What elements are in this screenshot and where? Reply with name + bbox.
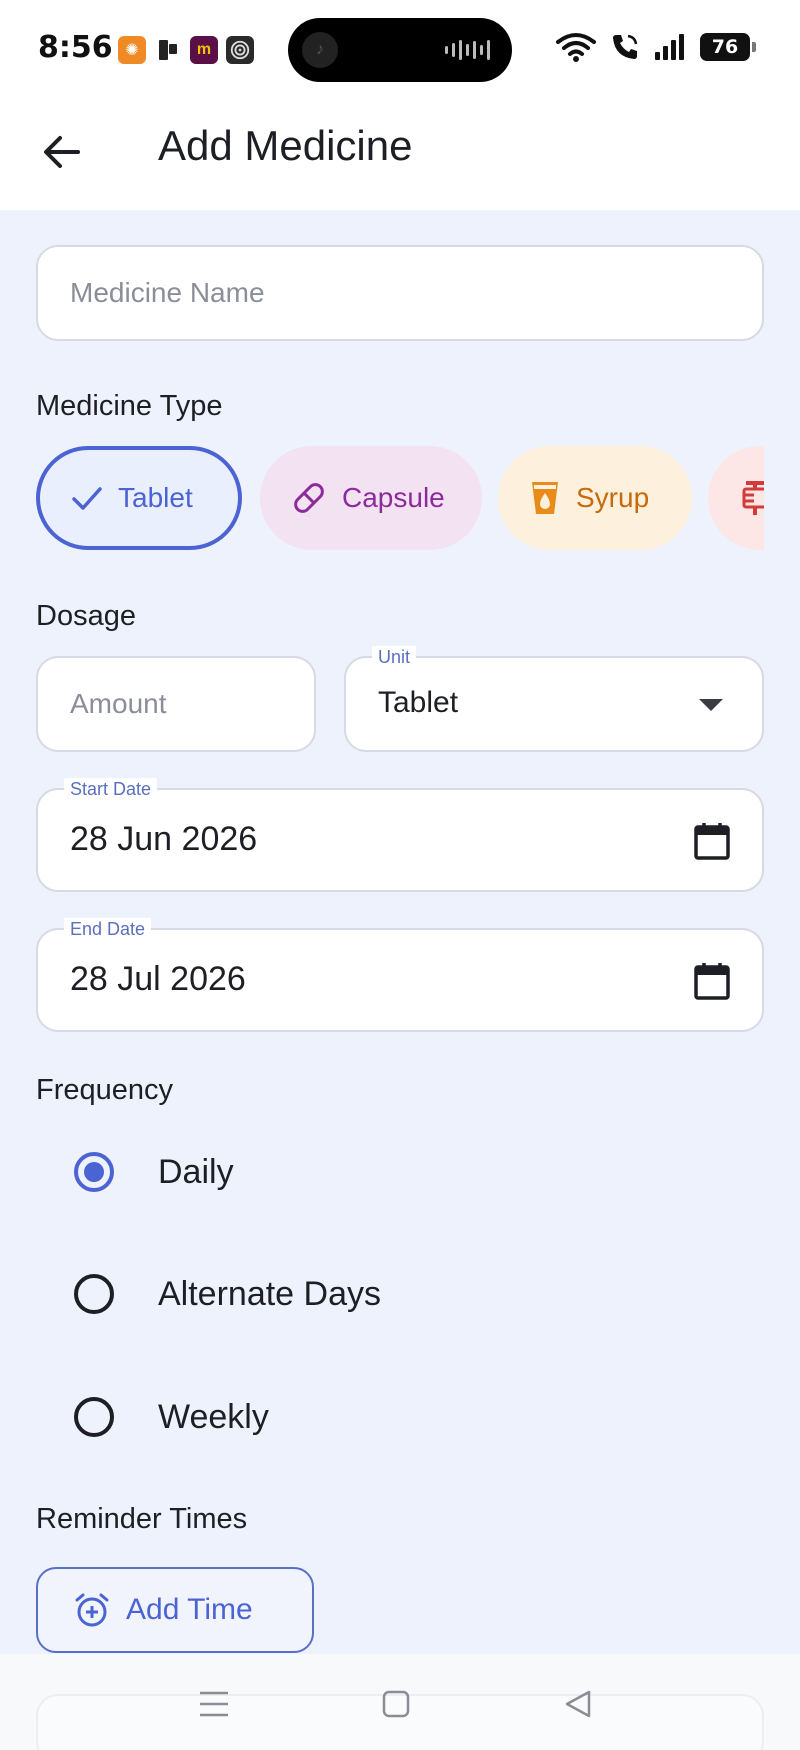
- end-date-field[interactable]: End Date 28 Jul 2026: [36, 918, 764, 1032]
- end-date-label: End Date: [64, 918, 152, 940]
- app-icon-orange: ✺: [118, 36, 146, 64]
- dosage-label: Dosage: [36, 600, 136, 632]
- radio-daily-label: Daily: [158, 1152, 234, 1191]
- chip-capsule[interactable]: Capsule: [260, 446, 482, 550]
- system-nav-bar: [0, 1654, 800, 1750]
- app-bar: Add Medicine: [0, 100, 800, 210]
- syrup-icon: [532, 482, 558, 514]
- radio-alternate-days[interactable]: [74, 1274, 114, 1314]
- calendar-icon[interactable]: [694, 962, 730, 1000]
- pill-icon: [294, 483, 324, 513]
- radio-daily[interactable]: [74, 1152, 114, 1192]
- status-time: 8:56: [38, 30, 113, 65]
- medicine-type-chips: Tablet Capsule Syrup: [36, 446, 764, 550]
- chip-tablet[interactable]: Tablet: [36, 446, 242, 550]
- medicine-name-input[interactable]: Medicine Name: [36, 245, 764, 341]
- reminder-times-label: Reminder Times: [36, 1503, 248, 1535]
- chip-capsule-label: Capsule: [342, 482, 445, 513]
- unit-value: Tablet: [378, 686, 459, 719]
- app-icon-spiral: [226, 36, 254, 64]
- audio-wave-icon: [445, 40, 490, 60]
- alarm-add-icon: [75, 1593, 109, 1627]
- dynamic-island: ♪: [288, 18, 512, 82]
- chip-syrup[interactable]: Syrup: [498, 446, 692, 550]
- home-square-icon: [382, 1690, 410, 1718]
- radio-alternate-days-label: Alternate Days: [158, 1274, 381, 1313]
- status-bar: 8:56 ✺ m ♪ 76: [0, 0, 800, 100]
- app-icon-phone: [154, 36, 182, 64]
- start-date-label: Start Date: [64, 778, 158, 800]
- medicine-name-placeholder: Medicine Name: [70, 277, 265, 308]
- page-title: Add Medicine: [158, 122, 413, 169]
- start-date-field[interactable]: Start Date 28 Jun 2026: [36, 778, 764, 892]
- unit-select[interactable]: Unit Tablet: [344, 646, 764, 752]
- frequency-label: Frequency: [36, 1074, 174, 1106]
- frequency-option-alternate[interactable]: Alternate Days: [74, 1264, 381, 1324]
- syringe-icon: [742, 481, 764, 515]
- frequency-option-weekly[interactable]: Weekly: [74, 1387, 269, 1447]
- dropdown-arrow-icon: [699, 699, 723, 711]
- medicine-type-label: Medicine Type: [36, 390, 223, 422]
- menu-nav-button[interactable]: [194, 1684, 234, 1724]
- wifi-icon: [556, 33, 596, 62]
- app-icon-m: m: [190, 36, 218, 64]
- chip-tablet-label: Tablet: [118, 482, 193, 513]
- chip-injection[interactable]: [708, 446, 764, 550]
- arrow-left-icon: [44, 136, 80, 168]
- start-date-value: 28 Jun 2026: [70, 820, 258, 858]
- amount-input[interactable]: Amount: [36, 656, 316, 752]
- status-app-icons: ✺ m: [118, 36, 254, 64]
- back-triangle-icon: [565, 1690, 591, 1718]
- radio-weekly[interactable]: [74, 1397, 114, 1437]
- add-time-button[interactable]: Add Time: [36, 1567, 314, 1653]
- amount-placeholder: Amount: [70, 688, 167, 719]
- frequency-option-daily[interactable]: Daily: [74, 1142, 234, 1202]
- signal-icon: [655, 34, 684, 60]
- menu-icon: [200, 1691, 228, 1717]
- add-time-label: Add Time: [126, 1593, 253, 1626]
- battery-indicator: 76: [700, 33, 756, 61]
- calendar-icon[interactable]: [694, 822, 730, 860]
- end-date-value: 28 Jul 2026: [70, 960, 246, 998]
- music-note-icon: ♪: [302, 32, 338, 68]
- home-nav-button[interactable]: [376, 1684, 416, 1724]
- back-button[interactable]: [30, 120, 94, 184]
- radio-weekly-label: Weekly: [158, 1397, 269, 1436]
- call-icon: [613, 34, 638, 59]
- check-icon: [72, 487, 102, 510]
- chip-syrup-label: Syrup: [576, 482, 650, 513]
- unit-label: Unit: [372, 646, 417, 668]
- back-nav-button[interactable]: [558, 1684, 598, 1724]
- status-right: 76: [556, 32, 756, 62]
